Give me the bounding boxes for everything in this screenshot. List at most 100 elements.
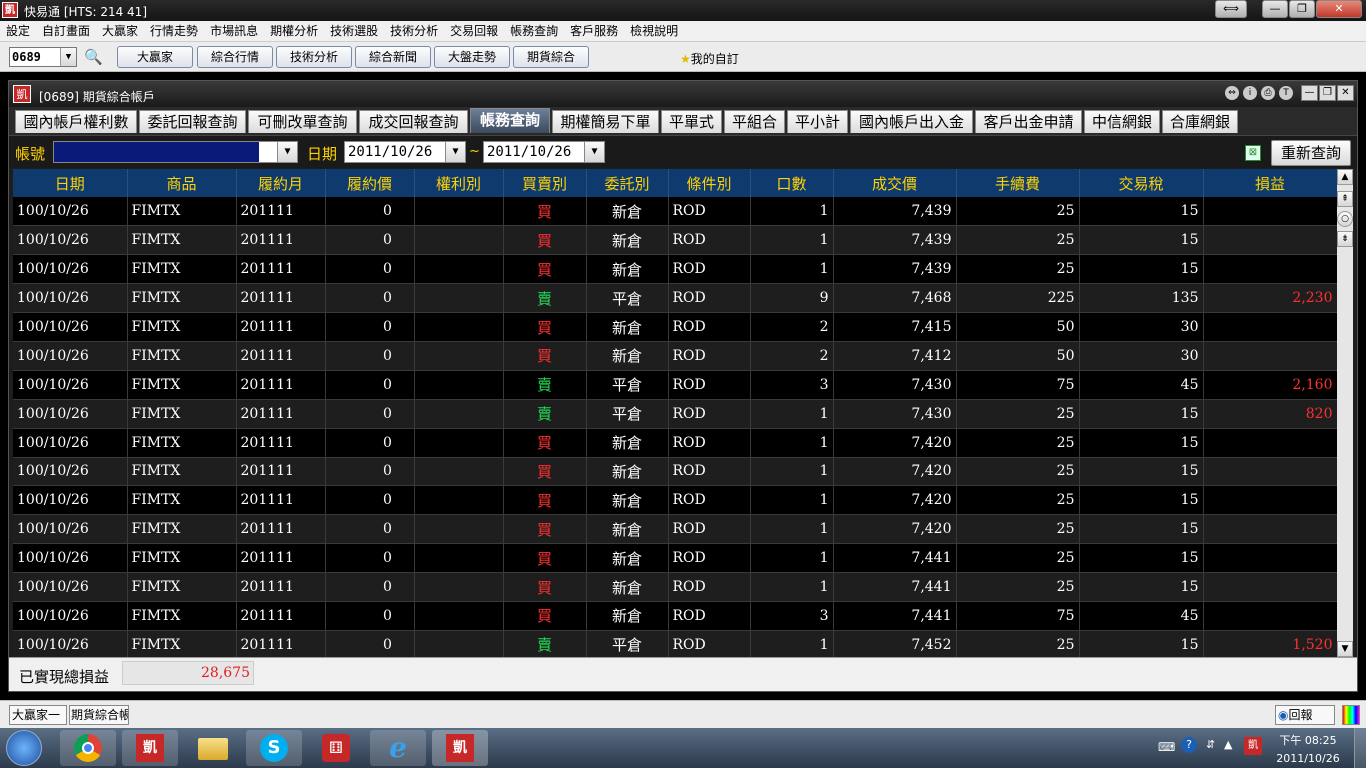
column-header-fee[interactable]: 手續費 — [956, 169, 1080, 197]
column-header-option-type[interactable]: 權利別 — [414, 169, 504, 197]
tab-close-subtotal[interactable]: 平小計 — [787, 110, 848, 133]
info-icon[interactable]: i — [1243, 86, 1257, 100]
export-excel-icon[interactable]: ⊠ — [1245, 145, 1261, 161]
tab-tcb-bank[interactable]: 合庫網銀 — [1162, 110, 1238, 133]
column-header-order-type[interactable]: 委託別 — [586, 169, 669, 197]
task-button-big-winner[interactable]: 大贏家一 — [9, 705, 67, 725]
column-header-product[interactable]: 商品 — [127, 169, 237, 197]
scroll-center-icon[interactable]: ○ — [1337, 211, 1353, 227]
toolbar-button-technical-analysis[interactable]: 技術分析 — [276, 46, 352, 68]
menu-item-big-winner[interactable]: 大贏家 — [96, 21, 144, 42]
trading-app-taskbar-icon[interactable]: 凱 — [122, 730, 178, 766]
internet-explorer-taskbar-icon[interactable]: e — [370, 730, 426, 766]
child-minimize-button[interactable]: — — [1301, 85, 1318, 101]
dice-app-taskbar-icon[interactable]: ⚅ — [308, 730, 364, 766]
toolbar-button-news[interactable]: 綜合新聞 — [355, 46, 431, 68]
tab-domestic-account-equity[interactable]: 國內帳戶權利數 — [15, 110, 137, 133]
menu-item-quotes[interactable]: 行情走勢 — [144, 21, 204, 42]
restore-size-icon[interactable]: ⟺ — [1215, 0, 1247, 18]
tab-account-query[interactable]: 帳務查詢 — [470, 108, 550, 133]
scroll-down-icon[interactable]: ▼ — [1337, 641, 1353, 657]
account-select[interactable]: ▼ — [53, 141, 298, 163]
table-row[interactable]: 100/10/26 FIMTX 201111 0 買新倉 ROD 1 7,439 25 15 — [13, 197, 1338, 227]
link-icon[interactable]: ⇔ — [1225, 86, 1239, 100]
table-row[interactable]: 100/10/26 FIMTX 201111 0 買新倉 ROD 1 7,439 25 15 — [13, 254, 1338, 285]
column-header-tax[interactable]: 交易稅 — [1079, 169, 1204, 197]
menu-item-custom-screen[interactable]: 自訂畫面 — [36, 21, 96, 42]
text-icon[interactable]: T — [1279, 86, 1293, 100]
column-header-fill-price[interactable]: 成交價 — [833, 169, 957, 197]
tab-withdrawal-request[interactable]: 客戶出金申請 — [975, 110, 1082, 133]
table-row[interactable]: 100/10/26 FIMTX 201111 0 賣平倉 ROD 9 7,468 225 135 2… — [13, 283, 1338, 314]
skype-taskbar-icon[interactable]: S — [246, 730, 302, 766]
menu-item-stock-screening[interactable]: 技術選股 — [324, 21, 384, 42]
tab-deposit-withdrawal[interactable]: 國內帳戶出入金 — [850, 110, 973, 133]
table-row[interactable]: 100/10/26 FIMTX 201111 0 賣平倉 ROD 1 7,452 25 15 1,5… — [13, 630, 1338, 660]
show-hidden-icons[interactable]: ▲ — [1224, 738, 1232, 751]
explorer-taskbar-icon[interactable] — [184, 730, 240, 766]
minimize-button[interactable]: — — [1262, 0, 1288, 18]
column-header-contract-month[interactable]: 履約月 — [236, 169, 326, 197]
table-row[interactable]: 100/10/26 FIMTX 201111 0 買新倉 ROD 1 7,420 25 15 — [13, 457, 1338, 487]
date-to-picker[interactable]: 2011/10/26 ▼ — [483, 141, 605, 163]
menu-item-trade-reports[interactable]: 交易回報 — [444, 21, 504, 42]
tab-ctbc-bank[interactable]: 中信網銀 — [1084, 110, 1160, 133]
menu-item-settings[interactable]: 設定 — [0, 21, 36, 42]
table-row[interactable]: 100/10/26 FIMTX 201111 0 買新倉 ROD 1 7,420 25 15 — [13, 428, 1338, 458]
grid-vertical-scrollbar[interactable]: ▲ ⇞ ○ ⇟ ▼ — [1337, 169, 1353, 657]
menu-item-help[interactable]: 檢視說明 — [624, 21, 684, 42]
column-header-date[interactable]: 日期 — [13, 169, 128, 197]
toolbar-button-market-trend[interactable]: 大盤走勢 — [434, 46, 510, 68]
menu-item-options-analysis[interactable]: 期權分析 — [264, 21, 324, 42]
chevron-down-icon[interactable]: ▼ — [445, 142, 465, 162]
show-desktop-button[interactable] — [1354, 728, 1366, 768]
chrome-taskbar-icon[interactable] — [60, 730, 116, 766]
maximize-button[interactable]: ❐ — [1289, 0, 1315, 18]
menu-item-technical-analysis[interactable]: 技術分析 — [384, 21, 444, 42]
scroll-page-up-icon[interactable]: ⇞ — [1337, 191, 1353, 207]
keyboard-tray-icon[interactable]: ⌨ — [1158, 740, 1175, 754]
taskbar-clock[interactable]: 下午 08:25 2011/10/26 — [1268, 732, 1348, 765]
requery-button[interactable]: 重新查詢 — [1271, 140, 1351, 166]
column-header-strike-price[interactable]: 履約價 — [325, 169, 415, 197]
table-row[interactable]: 100/10/26 FIMTX 201111 0 賣平倉 ROD 3 7,430 75 45 2,1… — [13, 370, 1338, 400]
table-row[interactable]: 100/10/26 FIMTX 201111 0 買新倉 ROD 1 7,441 25 15 — [13, 543, 1338, 574]
menu-item-market-news[interactable]: 市場訊息 — [204, 21, 264, 42]
scroll-up-icon[interactable]: ▲ — [1337, 169, 1353, 185]
chevron-down-icon[interactable]: ▼ — [584, 142, 604, 162]
column-header-quantity[interactable]: 口數 — [750, 169, 834, 197]
tab-close-combo[interactable]: 平組合 — [724, 110, 785, 133]
chevron-down-icon[interactable]: ▼ — [60, 48, 76, 66]
table-row[interactable]: 100/10/26 FIMTX 201111 0 買新倉 ROD 1 7,439 25 15 — [13, 225, 1338, 256]
date-from-picker[interactable]: 2011/10/26 ▼ — [344, 141, 466, 163]
table-row[interactable]: 100/10/26 FIMTX 201111 0 買新倉 ROD 2 7,415 50 30 — [13, 312, 1338, 342]
close-button[interactable]: ✕ — [1316, 0, 1362, 18]
menu-item-customer-service[interactable]: 客戶服務 — [564, 21, 624, 42]
network-tray-icon[interactable]: ⇵ — [1206, 738, 1215, 751]
toolbar-button-composite-quotes[interactable]: 綜合行情 — [197, 46, 273, 68]
report-button[interactable]: ◉回報 — [1275, 705, 1335, 725]
column-header-side[interactable]: 買賣別 — [503, 169, 587, 197]
table-row[interactable]: 100/10/26 FIMTX 201111 0 買新倉 ROD 3 7,441 75 45 — [13, 601, 1338, 631]
toolbar-button-big-winner[interactable]: 大贏家 — [117, 46, 193, 68]
favorites-link[interactable]: ★我的自訂 — [680, 50, 739, 67]
trading-tray-icon[interactable]: 凱 — [1244, 737, 1262, 755]
table-row[interactable]: 100/10/26 FIMTX 201111 0 買新倉 ROD 1 7,420 25 15 — [13, 485, 1338, 516]
start-button-icon[interactable] — [6, 730, 42, 766]
column-header-condition[interactable]: 條件別 — [668, 169, 751, 197]
task-button-futures-account[interactable]: 期貨綜合帳戶 — [69, 705, 129, 725]
chevron-down-icon[interactable]: ▼ — [277, 142, 297, 162]
column-header-profit-loss[interactable]: 損益 — [1203, 169, 1338, 197]
tab-close-single[interactable]: 平單式 — [661, 110, 722, 133]
code-combo[interactable]: 0689 ▼ — [9, 47, 77, 67]
tab-cancelable-orders[interactable]: 可刪改單查詢 — [248, 110, 357, 133]
search-icon[interactable]: 🔍 — [84, 47, 104, 67]
tab-fill-report[interactable]: 成交回報查詢 — [359, 110, 468, 133]
print-icon[interactable]: ⎙ — [1261, 86, 1275, 100]
trading-app-2-taskbar-icon[interactable]: 凱 — [432, 730, 488, 766]
child-close-button[interactable]: ✕ — [1337, 85, 1354, 101]
child-restore-button[interactable]: ❐ — [1319, 85, 1336, 101]
table-row[interactable]: 100/10/26 FIMTX 201111 0 賣平倉 ROD 1 7,430 25 15 820 — [13, 399, 1338, 429]
help-tray-icon[interactable]: ? — [1181, 737, 1197, 753]
toolbar-button-futures-composite[interactable]: 期貨綜合 — [513, 46, 589, 68]
